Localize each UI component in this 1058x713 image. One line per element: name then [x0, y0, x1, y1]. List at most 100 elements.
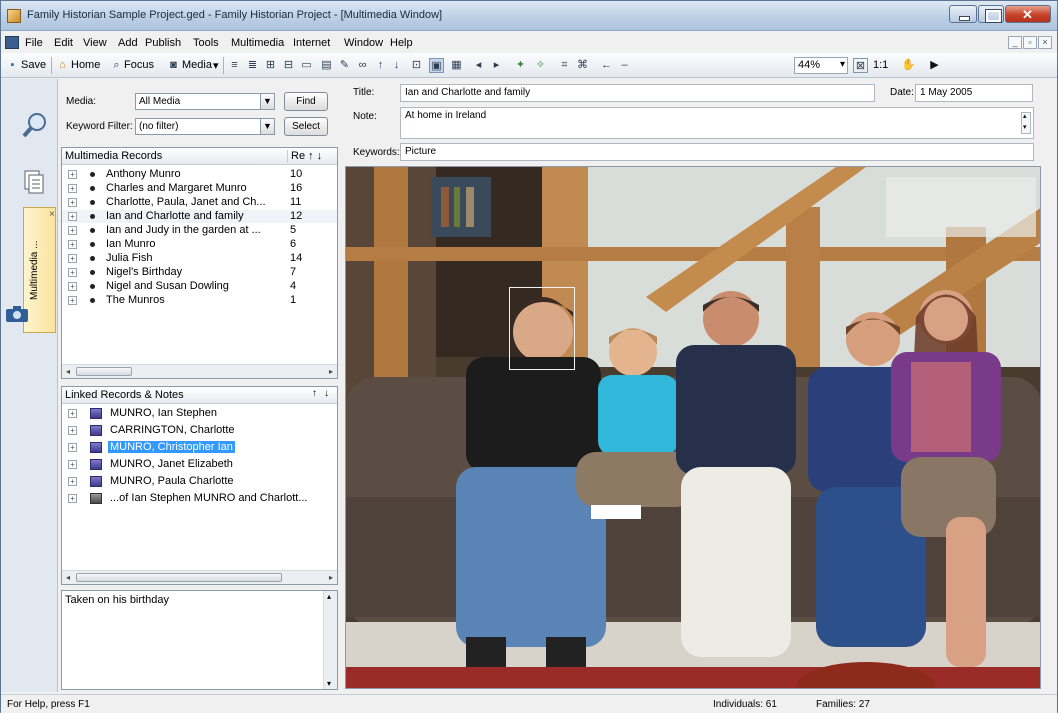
date-field[interactable]: 1 May 2005 — [915, 84, 1033, 102]
expand-icon[interactable]: + — [68, 494, 77, 503]
hand-icon[interactable]: ✋ — [901, 58, 916, 73]
focus-button[interactable]: Focus — [124, 59, 154, 71]
list-item[interactable]: + Ian and Judy in the garden at ... 5 — [62, 224, 337, 237]
close-icon[interactable]: × — [49, 209, 55, 220]
multimedia-records-list[interactable]: Multimedia Records Re ↑ ↓ + Anthony Munro… — [61, 147, 338, 379]
menu-add[interactable]: Add — [118, 37, 138, 49]
scroll-left-icon[interactable]: ◂ — [62, 571, 74, 584]
scroll-right-icon[interactable]: ▸ — [325, 365, 337, 378]
face-frame-marker[interactable] — [509, 287, 575, 370]
expand-icon[interactable]: + — [68, 443, 77, 452]
list-item-current[interactable]: + Ian and Charlotte and family 12 — [62, 210, 337, 223]
home-button[interactable]: Home — [71, 59, 100, 71]
list-item-selected[interactable]: + MUNRO, Christopher Ian — [62, 441, 337, 454]
home-icon[interactable]: ⌂ — [55, 58, 70, 73]
expand-icon[interactable]: + — [68, 170, 77, 179]
menu-file[interactable]: File — [25, 37, 43, 49]
binoculars-icon[interactable]: ∞ — [355, 58, 370, 73]
prev-icon[interactable]: ◂ — [471, 58, 486, 73]
list-item[interactable]: + Charles and Margaret Munro 16 — [62, 182, 337, 195]
mdi-close-icon[interactable]: × — [1038, 36, 1052, 49]
camera-icon[interactable] — [5, 305, 29, 323]
spin-up-icon[interactable]: ▴ — [1023, 112, 1027, 120]
zoom-select[interactable]: 44% — [794, 57, 848, 74]
camera-icon[interactable]: ◙ — [166, 58, 181, 73]
arrow-up-icon[interactable]: ↑ — [373, 58, 388, 73]
chart-icon[interactable]: ⊞ — [263, 58, 278, 73]
minimize-button[interactable] — [949, 5, 977, 23]
keyword-filter-select[interactable]: (no filter) ▼ — [135, 118, 275, 135]
list-item[interactable]: + Nigel's Birthday 7 — [62, 266, 337, 279]
list-item[interactable]: + MUNRO, Paula Charlotte — [62, 475, 337, 488]
menu-tools[interactable]: Tools — [193, 37, 219, 49]
document-icon[interactable] — [5, 36, 19, 49]
list-item[interactable]: + The Munros 1 — [62, 294, 337, 307]
list-item[interactable]: + Nigel and Susan Dowling 4 — [62, 280, 337, 293]
scroll-left-icon[interactable]: ◂ — [62, 365, 74, 378]
horizontal-scrollbar[interactable]: ◂ ▸ — [62, 570, 337, 584]
resize-icon[interactable]: ⌘ — [575, 58, 590, 73]
save-icon[interactable]: ▪ — [5, 58, 20, 73]
media-dropdown-arrow-icon[interactable]: ▾ — [213, 59, 219, 72]
lock-icon[interactable]: ⊡ — [409, 58, 424, 73]
list-item[interactable]: + ...of Ian Stephen MUNRO and Charlott... — [62, 492, 337, 505]
note-textbox[interactable]: Taken on his birthday ▴ ▾ — [61, 590, 338, 690]
chart-alt-icon[interactable]: ⊟ — [281, 58, 296, 73]
edit-icon[interactable]: ✎ — [337, 58, 352, 73]
close-button[interactable] — [1005, 5, 1051, 23]
records-icon[interactable]: ▤ — [319, 58, 334, 73]
menu-edit[interactable]: Edit — [54, 37, 73, 49]
chevron-down-icon[interactable]: ▼ — [260, 119, 274, 134]
vertical-scrollbar[interactable]: ▴ ▾ — [323, 591, 337, 689]
menu-publish[interactable]: Publish — [145, 37, 181, 49]
note-field[interactable]: At home in Ireland ▴ ▾ — [400, 107, 1034, 139]
list-item[interactable]: + Ian Munro 6 — [62, 238, 337, 251]
column-header-count[interactable]: Re ↑ ↓ — [287, 150, 339, 162]
expand-icon[interactable]: + — [68, 254, 77, 263]
scroll-right-icon[interactable]: ▸ — [325, 571, 337, 584]
expand-icon[interactable]: + — [68, 226, 77, 235]
linked-records-list[interactable]: Linked Records & Notes ↑ ↓ + MUNRO, Ian S… — [61, 386, 338, 585]
expand-icon[interactable]: + — [68, 184, 77, 193]
crop-icon[interactable]: ⌗ — [557, 58, 572, 73]
media-filter-select[interactable]: All Media ▼ — [135, 93, 275, 110]
move-up-icon[interactable]: ↑ — [312, 388, 317, 399]
note-spin-control[interactable]: ▴ ▾ — [1021, 112, 1031, 134]
title-field[interactable]: Ian and Charlotte and family — [400, 84, 875, 102]
list-item[interactable]: + Anthony Munro 10 — [62, 168, 337, 181]
expand-icon[interactable]: + — [68, 198, 77, 207]
list-item[interactable]: + Charlotte, Paula, Janet and Ch... 11 — [62, 196, 337, 209]
expand-icon[interactable]: + — [68, 240, 77, 249]
menu-help[interactable]: Help — [390, 37, 413, 49]
expand-icon[interactable]: + — [68, 268, 77, 277]
expand-icon[interactable]: + — [68, 212, 77, 221]
column-header-name[interactable]: Multimedia Records — [65, 150, 162, 162]
scroll-up-icon[interactable]: ▴ — [327, 592, 331, 601]
mdi-minimize-icon[interactable]: _ — [1008, 36, 1022, 49]
tag-icon[interactable]: ✦ — [513, 58, 528, 73]
frame-icon[interactable]: ▣ — [429, 58, 444, 73]
maximize-button[interactable] — [978, 5, 1004, 23]
expand-icon[interactable]: + — [68, 409, 77, 418]
focus-icon[interactable]: ⌕ — [109, 58, 124, 73]
expand-icon[interactable]: + — [68, 477, 77, 486]
expand-icon[interactable]: + — [68, 426, 77, 435]
menu-internet[interactable]: Internet — [293, 37, 330, 49]
records-icon[interactable] — [21, 169, 49, 197]
scroll-down-icon[interactable]: ▾ — [327, 679, 331, 688]
chevron-down-icon[interactable]: ▼ — [260, 94, 274, 109]
expand-icon[interactable]: + — [68, 460, 77, 469]
list-item[interactable]: + MUNRO, Janet Elizabeth — [62, 458, 337, 471]
find-button[interactable]: Find — [284, 92, 328, 111]
keywords-field[interactable]: Picture — [400, 143, 1034, 161]
list-item[interactable]: + Julia Fish 14 — [62, 252, 337, 265]
search-icon[interactable] — [21, 111, 49, 139]
save-button[interactable]: Save — [21, 59, 46, 71]
expand-icon[interactable]: + — [68, 296, 77, 305]
tree-alt-icon[interactable]: ≣ — [245, 58, 260, 73]
tag-alt-icon[interactable]: ✧ — [533, 58, 548, 73]
family-photo[interactable] — [345, 166, 1041, 689]
scrollbar-thumb[interactable] — [76, 367, 132, 376]
move-down-icon[interactable]: ↓ — [324, 388, 329, 399]
mdi-restore-icon[interactable]: ▫ — [1023, 36, 1037, 49]
